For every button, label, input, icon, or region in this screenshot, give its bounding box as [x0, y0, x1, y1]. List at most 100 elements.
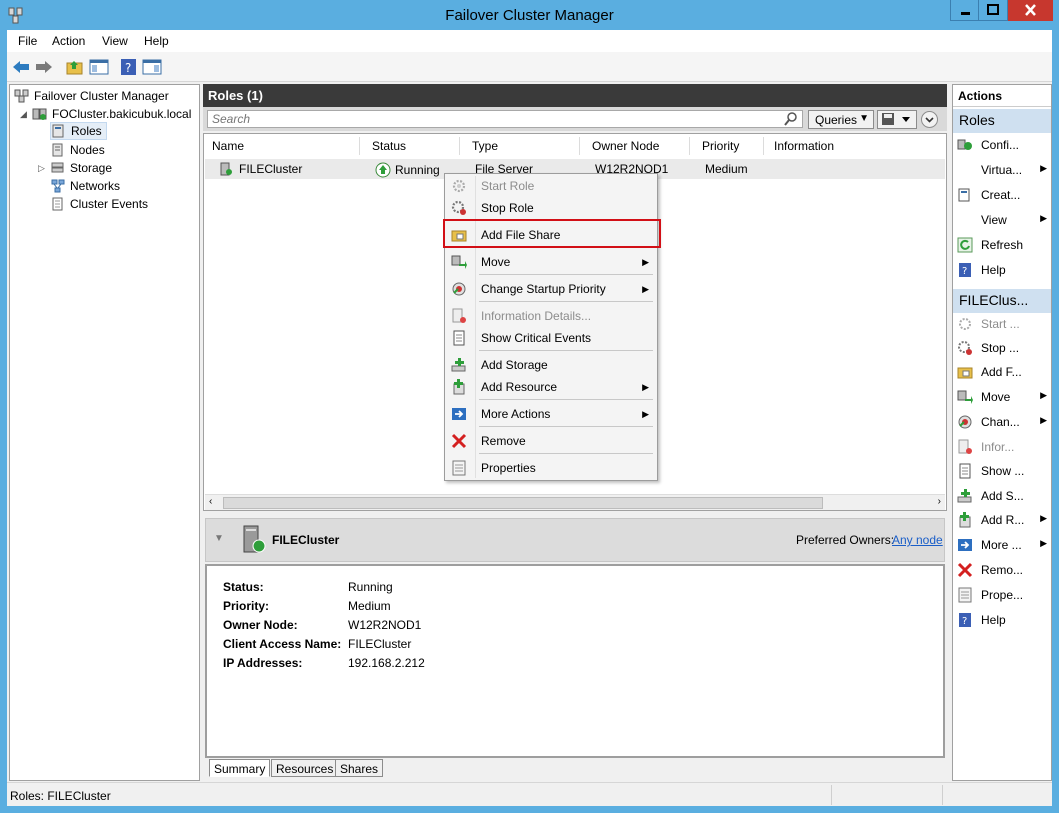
- gear-stop-icon: [958, 341, 972, 355]
- menu-item-properties[interactable]: Properties: [447, 457, 655, 479]
- action-refresh[interactable]: Refresh: [957, 235, 1049, 255]
- submenu-arrow-icon: ▶: [642, 257, 649, 267]
- close-button[interactable]: [1008, 0, 1053, 21]
- action-remove[interactable]: Remo...: [957, 560, 1049, 580]
- back-arrow-icon[interactable]: [11, 58, 31, 76]
- menu-item-start-role[interactable]: Start Role: [447, 175, 655, 197]
- menu-item-show-critical-events[interactable]: Show Critical Events: [447, 327, 655, 349]
- details-collapse-icon[interactable]: ▼: [214, 533, 224, 544]
- maximize-button[interactable]: [979, 0, 1008, 21]
- tree-cluster-label: FOCluster.bakicubuk.local: [52, 107, 192, 121]
- tree-root[interactable]: Failover Cluster Manager: [14, 87, 169, 105]
- menu-item-information-details[interactable]: Information Details...: [447, 305, 655, 327]
- search-input[interactable]: [207, 110, 803, 128]
- action-stop-role[interactable]: Stop ...: [957, 338, 1049, 358]
- role-priority: Medium: [705, 162, 748, 176]
- action-information-details[interactable]: Infor...: [957, 437, 1049, 457]
- show-hide-tree-icon[interactable]: [89, 58, 109, 76]
- show-action-pane-icon[interactable]: [142, 58, 162, 76]
- column-header-information[interactable]: Information: [770, 137, 920, 155]
- minimize-button[interactable]: [950, 0, 979, 21]
- any-node-link[interactable]: Any node: [892, 533, 943, 547]
- chevron-down-icon: [925, 117, 934, 123]
- menu-view[interactable]: View: [102, 34, 128, 48]
- collapse-button[interactable]: [921, 111, 938, 128]
- actions-section-filecluster[interactable]: FILEClus...: [953, 289, 1051, 313]
- menu-action[interactable]: Action: [52, 34, 85, 48]
- tree-item-networks[interactable]: Networks: [50, 177, 120, 195]
- more-actions-icon: [452, 408, 466, 420]
- role-name-cell: FILECluster: [219, 162, 302, 176]
- action-help-filecluster[interactable]: ? Help: [957, 610, 1049, 630]
- menu-item-change-startup-priority[interactable]: Change Startup Priority ▶: [447, 278, 655, 300]
- scroll-right-icon[interactable]: ›: [938, 496, 941, 507]
- menu-file[interactable]: File: [18, 34, 37, 48]
- menu-separator: [479, 350, 653, 351]
- tree-cluster[interactable]: FOCluster.bakicubuk.local: [32, 105, 191, 123]
- search-icon[interactable]: [783, 111, 799, 127]
- column-header-owner-node[interactable]: Owner Node: [588, 137, 690, 155]
- status-text: Roles: FILECluster: [10, 789, 111, 803]
- action-properties[interactable]: Prope...: [957, 585, 1049, 605]
- column-header-type[interactable]: Type: [468, 137, 580, 155]
- title-bar[interactable]: Failover Cluster Manager: [0, 0, 1059, 30]
- move-icon: [451, 255, 467, 269]
- tab-shares[interactable]: Shares: [335, 759, 384, 777]
- submenu-arrow-icon: ▶: [642, 382, 649, 392]
- search-row: Queries ▼: [203, 107, 947, 131]
- highlight-box: [443, 219, 661, 248]
- save-query-button[interactable]: [877, 110, 917, 129]
- menu-help[interactable]: Help: [144, 34, 169, 48]
- minimize-icon: [961, 12, 970, 15]
- action-add-storage[interactable]: Add S...: [957, 486, 1049, 506]
- tree-item-storage-label: Storage: [70, 161, 113, 175]
- action-add-file-share[interactable]: Add F...: [957, 362, 1049, 382]
- action-help[interactable]: ? Help: [957, 260, 1049, 280]
- help-icon[interactable]: ?: [119, 58, 139, 76]
- scroll-left-icon[interactable]: ‹: [209, 496, 212, 507]
- queries-button[interactable]: Queries ▼: [808, 110, 874, 129]
- horizontal-scrollbar[interactable]: ‹ ›: [205, 494, 945, 510]
- tab-resources[interactable]: Resources: [271, 759, 339, 777]
- close-icon: [1025, 4, 1036, 16]
- tree-item-nodes[interactable]: Nodes: [50, 141, 105, 159]
- details-header: ▼ FILECluster Preferred Owners: Any node: [205, 518, 945, 562]
- details-title: FILECluster: [272, 533, 340, 547]
- gear-start-icon: [959, 318, 971, 330]
- properties-icon: [452, 460, 466, 476]
- expand-cluster-icon[interactable]: ◢: [20, 109, 27, 120]
- tree-item-cluster-events[interactable]: Cluster Events: [50, 195, 148, 213]
- scrollbar-thumb[interactable]: [223, 497, 823, 509]
- column-header-name[interactable]: Name: [208, 137, 360, 155]
- refresh-icon: [957, 237, 973, 253]
- action-move[interactable]: Move ▶: [957, 387, 1049, 407]
- menu-item-remove[interactable]: Remove: [447, 430, 655, 452]
- action-show-critical-events[interactable]: Show ...: [957, 461, 1049, 481]
- menu-item-add-storage[interactable]: Add Storage: [447, 354, 655, 376]
- expand-storage-icon[interactable]: ▷: [38, 163, 45, 174]
- action-virtual-machines[interactable]: Virtua... ▶: [957, 160, 1049, 180]
- action-configure-role[interactable]: Confi...: [957, 135, 1049, 155]
- actions-pane: Actions Roles Confi... Virtua... ▶ Creat…: [952, 84, 1052, 781]
- column-header-priority[interactable]: Priority: [698, 137, 764, 155]
- menu-item-move[interactable]: Move ▶: [447, 251, 655, 273]
- tab-summary[interactable]: Summary: [209, 759, 271, 777]
- more-actions-icon: [958, 539, 972, 551]
- up-folder-icon[interactable]: [65, 58, 85, 76]
- tree-item-storage[interactable]: Storage: [50, 159, 112, 177]
- action-add-resource[interactable]: Add R... ▶: [957, 510, 1049, 530]
- action-view[interactable]: View ▶: [957, 210, 1049, 230]
- action-create-empty-role[interactable]: Creat...: [957, 185, 1049, 205]
- forward-arrow-icon[interactable]: [34, 58, 54, 76]
- actions-section-roles[interactable]: Roles: [953, 109, 1051, 133]
- action-more-actions[interactable]: More ... ▶: [957, 535, 1049, 555]
- add-storage-icon: [957, 489, 972, 503]
- menu-item-stop-role[interactable]: Stop Role: [447, 197, 655, 219]
- menu-item-more-actions[interactable]: More Actions ▶: [447, 403, 655, 425]
- menu-item-add-resource[interactable]: Add Resource ▶: [447, 376, 655, 398]
- tree-item-roles[interactable]: Roles: [50, 122, 107, 140]
- add-storage-icon: [451, 358, 466, 372]
- column-header-status[interactable]: Status: [368, 137, 460, 155]
- action-start-role[interactable]: Start ...: [957, 314, 1049, 334]
- action-change-startup-priority[interactable]: Chan... ▶: [957, 412, 1049, 432]
